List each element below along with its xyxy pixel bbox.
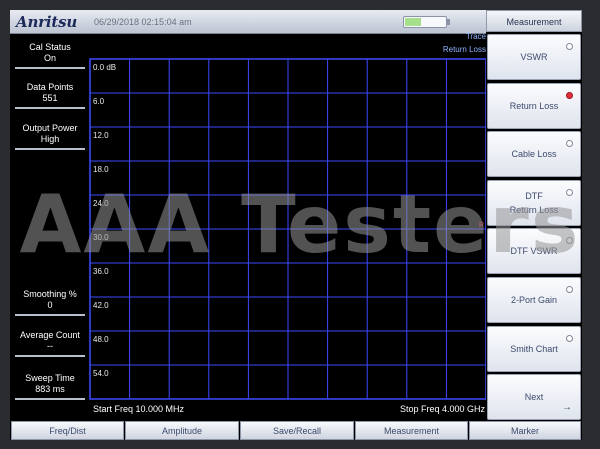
tab-amplitude[interactable]: Amplitude xyxy=(125,421,239,440)
softkey-dtf-return-loss[interactable]: DTF Return Loss xyxy=(487,179,581,226)
y-tick-label: 0.0 dB xyxy=(93,63,116,72)
tab-measurement[interactable]: Measurement xyxy=(355,421,468,440)
softkey-label: VSWR xyxy=(520,52,548,62)
start-freq-label: Start Freq 10.000 MHz xyxy=(93,404,185,414)
softkey-label: DTF VSWR xyxy=(510,246,558,257)
softkey-cable-loss[interactable]: Cable Loss xyxy=(487,131,581,178)
radio-unselected-icon xyxy=(566,43,573,50)
bottom-menu-bar: Freq/Dist Amplitude Save/Recall Measurem… xyxy=(10,420,582,440)
softkey-smith-chart[interactable]: Smith Chart xyxy=(487,325,581,372)
tab-save-recall[interactable]: Save/Recall xyxy=(240,421,354,440)
y-tick-label: 36.0 xyxy=(93,267,109,276)
arrow-right-icon: → xyxy=(562,402,572,414)
radio-unselected-icon xyxy=(566,237,573,245)
softkey-dtf-vswr[interactable]: DTF VSWR xyxy=(487,228,581,275)
softkey-vswr[interactable]: VSWR xyxy=(487,34,581,80)
softkey-next[interactable]: Next → xyxy=(487,374,581,421)
analyzer-screen: Anritsu 06/29/2018 02:15:04 am Cal Statu… xyxy=(10,10,582,440)
stop-freq-label: Stop Freq 4.000 GHz xyxy=(400,404,486,414)
y-tick-label: 42.0 xyxy=(93,301,109,310)
tab-freq-dist[interactable]: Freq/Dist xyxy=(11,421,124,440)
radio-unselected-icon xyxy=(566,286,573,293)
radio-unselected-icon xyxy=(566,334,573,342)
softkey-label: Smith Chart xyxy=(510,343,558,354)
y-tick-label: 6.0 xyxy=(93,97,105,106)
tab-marker[interactable]: Marker xyxy=(469,421,581,440)
y-tick-label: 54.0 xyxy=(93,369,109,378)
reference-marker: R xyxy=(479,222,484,229)
softkey-label: Cable Loss xyxy=(511,149,557,160)
y-tick-label: 30.0 xyxy=(93,233,109,242)
y-tick-label: 18.0 xyxy=(93,165,109,174)
softkey-menu-title: Measurement xyxy=(486,10,582,32)
radio-selected-icon xyxy=(566,91,573,99)
softkey-return-loss[interactable]: Return Loss xyxy=(487,82,581,129)
softkey-column: Measurement VSWR Return Loss Cable Loss DTF… xyxy=(486,10,582,421)
y-tick-label: 24.0 xyxy=(93,199,109,208)
y-tick-label: 48.0 xyxy=(93,335,109,344)
softkey-label: Return Loss xyxy=(509,100,559,111)
softkey-2-port-gain[interactable]: 2-Port Gain xyxy=(487,277,581,323)
radio-unselected-icon xyxy=(566,140,573,148)
y-tick-label: 12.0 xyxy=(93,131,109,140)
softkey-label: 2-Port Gain xyxy=(510,295,558,305)
radio-unselected-icon xyxy=(566,188,573,196)
